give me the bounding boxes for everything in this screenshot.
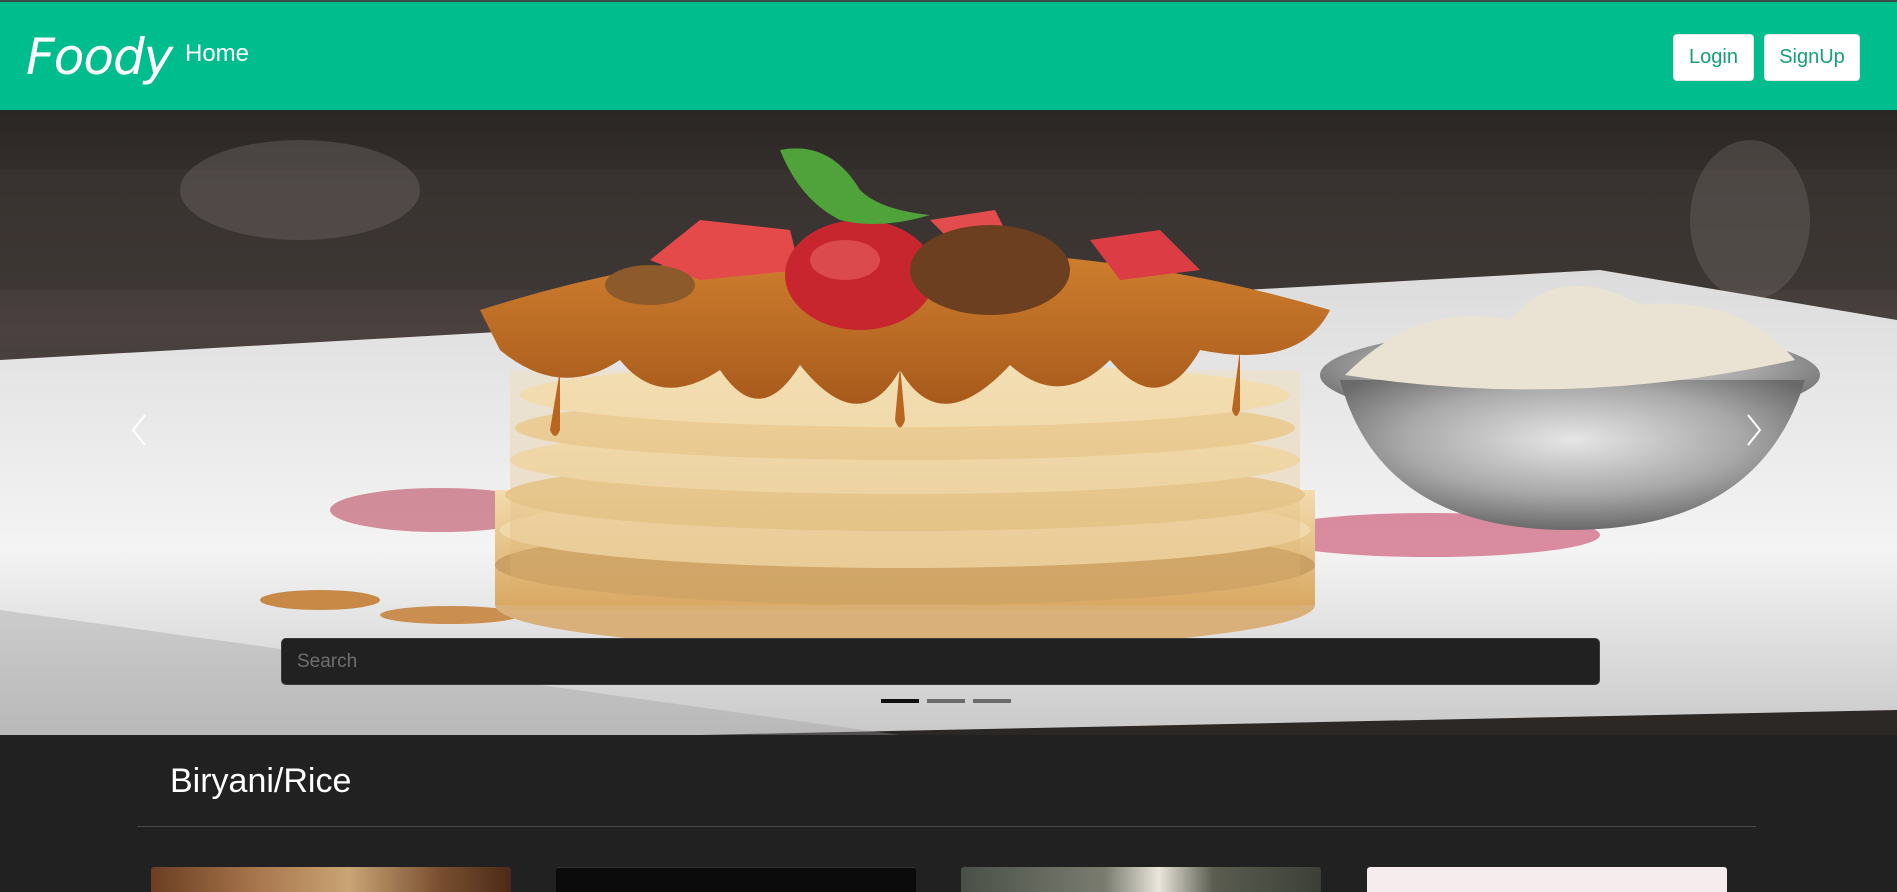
carousel-indicators	[881, 699, 1011, 703]
food-card-image[interactable]	[556, 867, 916, 892]
food-card-image[interactable]	[1367, 867, 1727, 892]
food-card-image[interactable]	[151, 867, 511, 892]
search-input[interactable]	[281, 638, 1600, 685]
nav-home-link[interactable]: Home	[185, 40, 249, 68]
signup-button[interactable]: SignUp	[1764, 34, 1860, 81]
login-button[interactable]: Login	[1673, 34, 1754, 81]
section-title: Biryani/Rice	[170, 762, 352, 800]
carousel-indicator-3[interactable]	[973, 699, 1011, 703]
section-divider	[137, 826, 1756, 827]
food-card-image[interactable]	[961, 867, 1321, 892]
carousel-indicator-1[interactable]	[881, 699, 919, 703]
brand-logo[interactable]: Foody	[26, 28, 173, 86]
hero-carousel	[0, 110, 1897, 735]
navbar: Foody Home Login SignUp	[0, 0, 1897, 110]
carousel-indicator-2[interactable]	[927, 699, 965, 703]
chevron-left-icon[interactable]	[120, 405, 160, 455]
chevron-right-icon[interactable]	[1733, 405, 1773, 455]
